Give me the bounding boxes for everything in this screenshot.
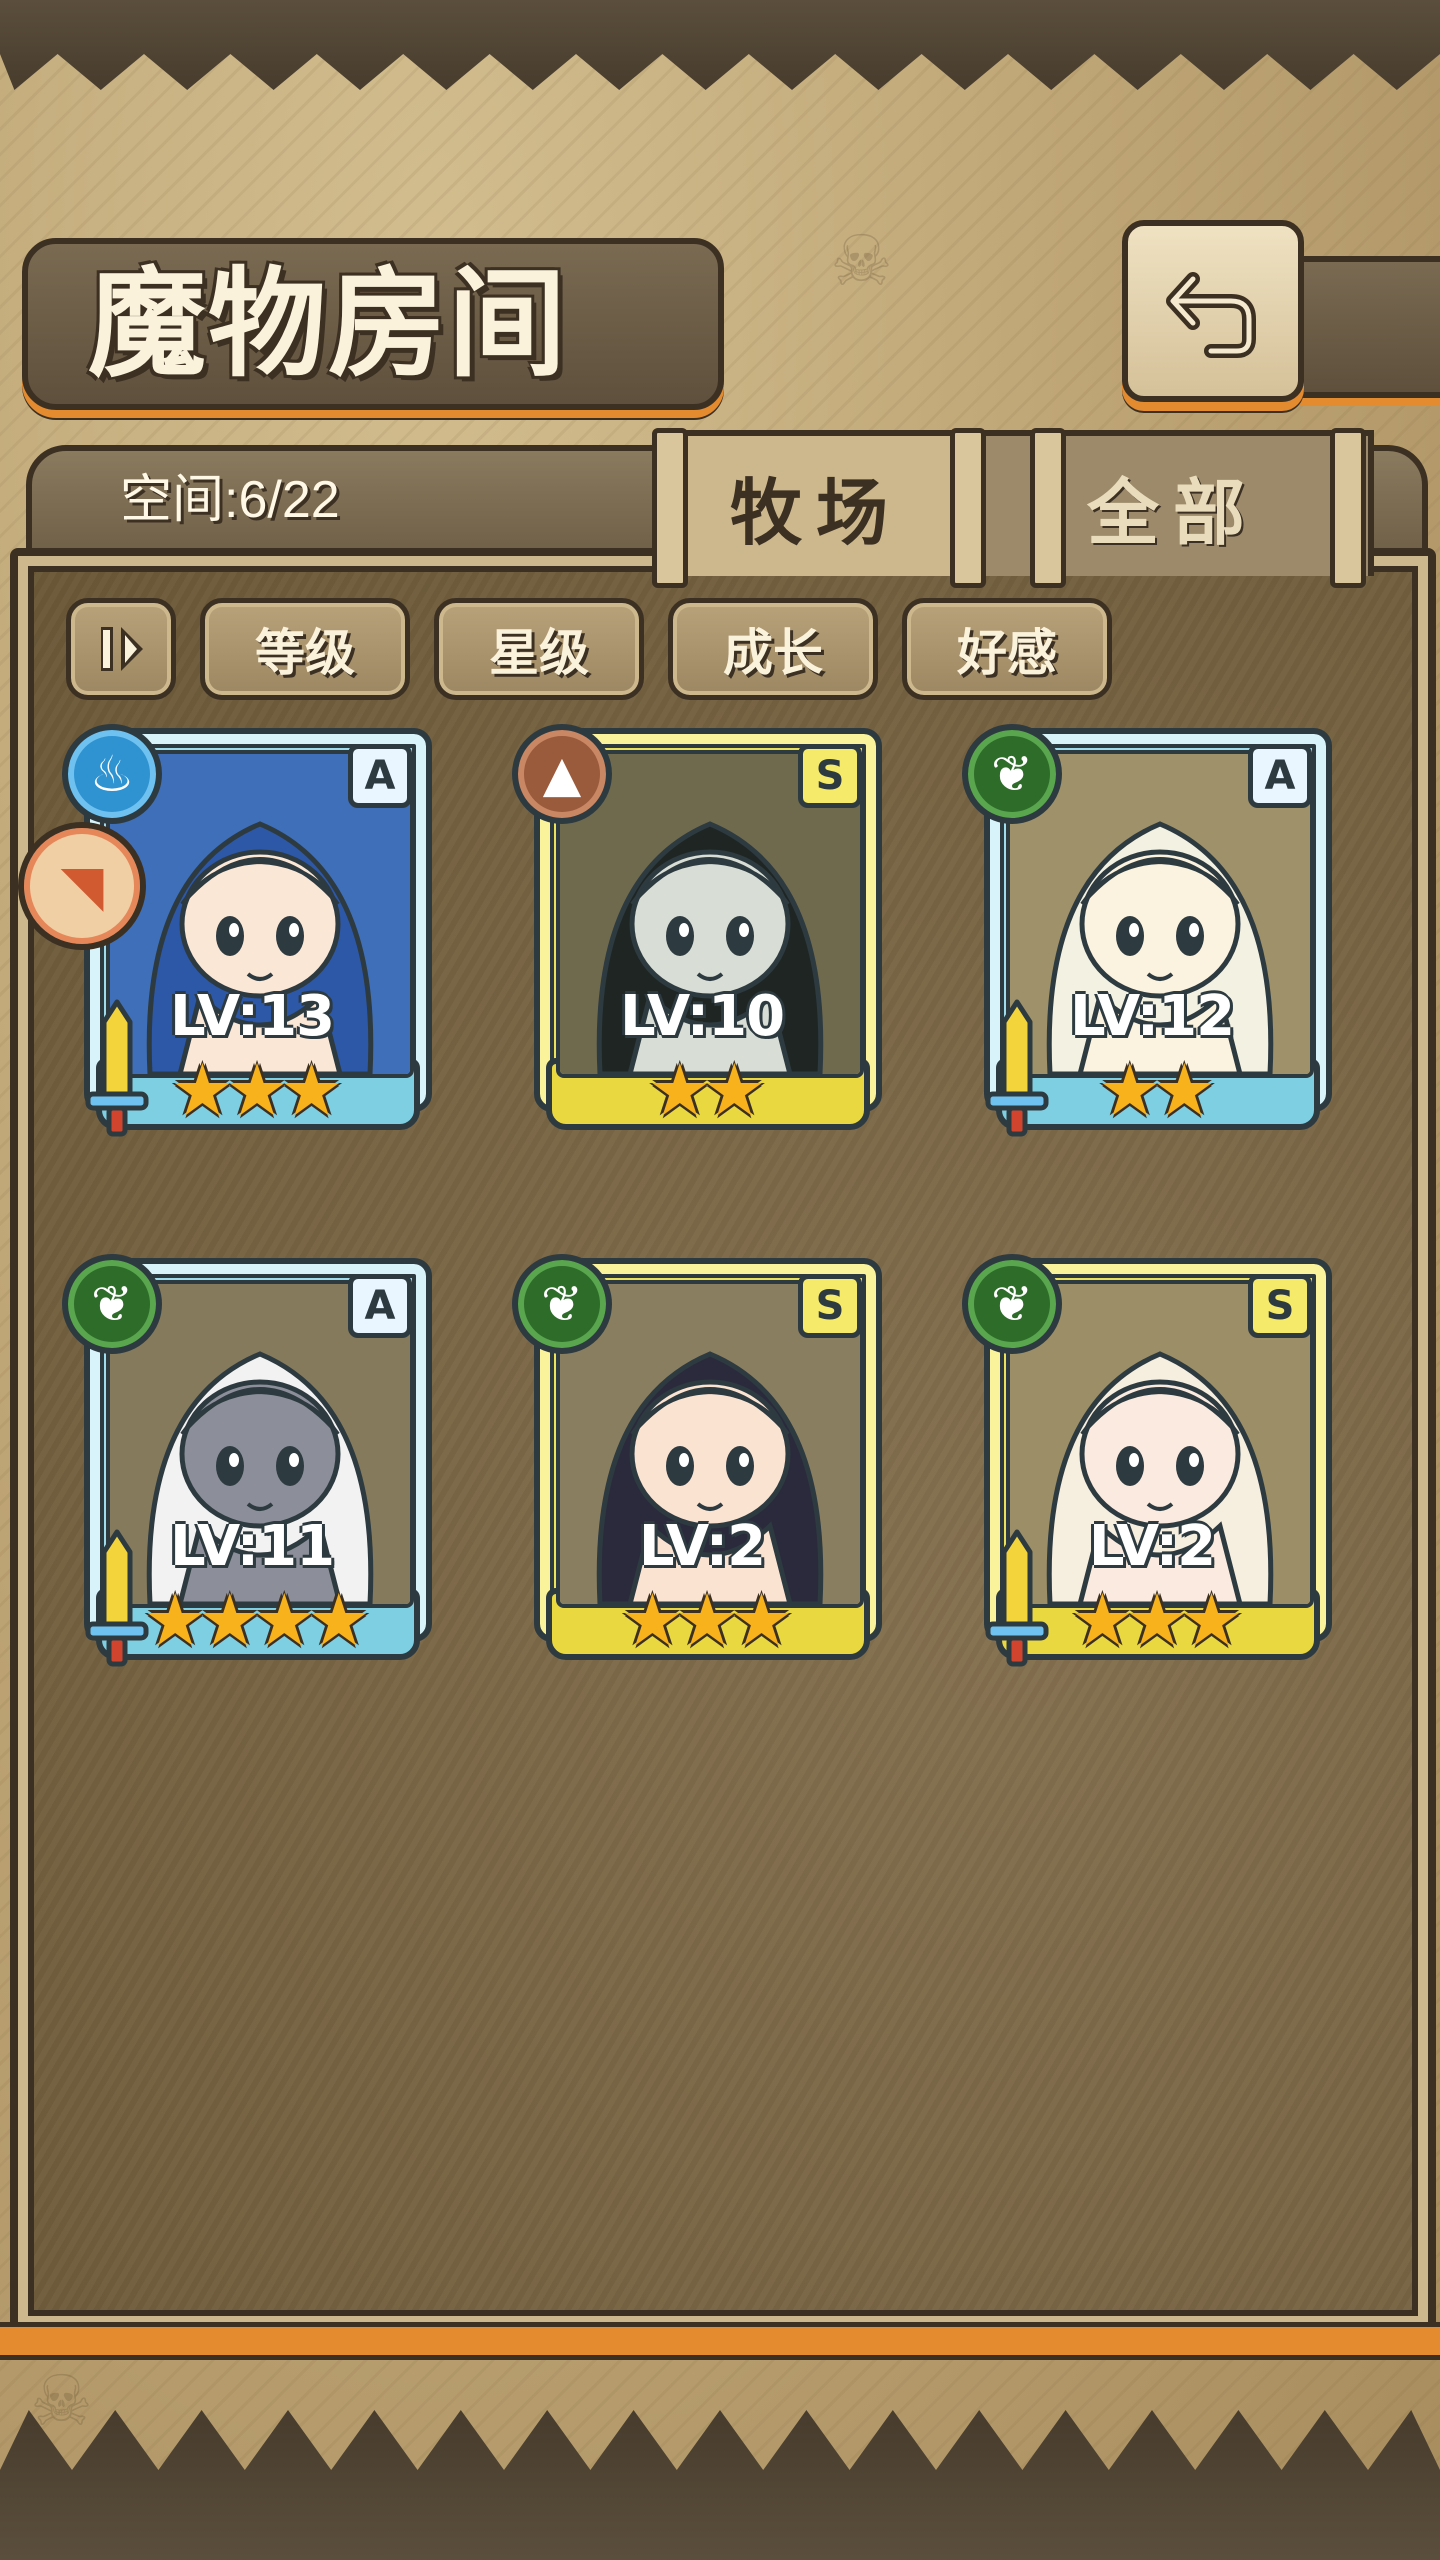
back-return-icon (1166, 272, 1256, 358)
capacity-label: 空间:6/22 (120, 471, 340, 529)
monster-card[interactable]: ❦ A LV:12 ★★ (962, 724, 1342, 1158)
sort-order-button[interactable] (66, 598, 176, 700)
monster-level: LV:11 (169, 1514, 335, 1579)
star-rating: ★★ (1097, 1048, 1216, 1132)
monster-card[interactable]: ♨ A LV:13 ★★★ (62, 724, 442, 1158)
bottom-border (0, 2410, 1440, 2560)
monster-level: LV:2 (1088, 1514, 1216, 1579)
monster-card[interactable]: ▲ S LV:10 ★★ (512, 724, 892, 1158)
nature-element-icon: ❦ (512, 1254, 612, 1354)
monster-room-screen: ☠ ☠ 魔物房间 空间:6/22 牧场 全部 等级 星级 成长 好感 ◥ ♨ A… (0, 0, 1440, 2560)
back-button-bar (1286, 256, 1440, 398)
rank-badge: S (1248, 1274, 1312, 1338)
tab-ranch[interactable]: 牧场 (660, 430, 972, 576)
page-title: 魔物房间 (88, 254, 569, 393)
nature-element-icon: ❦ (62, 1254, 162, 1354)
tab-post (1030, 428, 1066, 588)
nature-element-icon: ❦ (962, 724, 1062, 824)
water-element-icon: ♨ (62, 724, 162, 824)
nature-element-icon: ❦ (962, 1254, 1062, 1354)
star-rating: ★★★ (170, 1048, 344, 1132)
back-button[interactable] (1122, 220, 1304, 402)
star-rating: ★★ (647, 1048, 766, 1132)
star-rating: ★★★★ (142, 1578, 371, 1662)
tab-post (950, 428, 986, 588)
monster-card[interactable]: ❦ S LV:2 ★★★ (512, 1254, 892, 1688)
rank-badge: S (798, 1274, 862, 1338)
top-border (0, 0, 1440, 90)
rank-badge: A (348, 744, 412, 808)
panel-bottom-rim (0, 2322, 1440, 2360)
star-rating: ★★★ (620, 1578, 794, 1662)
sort-level-button[interactable]: 等级 (200, 598, 410, 700)
monster-level: LV:2 (638, 1514, 766, 1579)
tab-post (652, 428, 688, 588)
monster-level: LV:12 (1069, 984, 1235, 1049)
title-banner: 魔物房间 (22, 238, 724, 410)
sort-affection-button[interactable]: 好感 (902, 598, 1112, 700)
tab-post (1330, 428, 1366, 588)
monster-card[interactable]: ❦ A LV:11 ★★★★ (62, 1254, 442, 1688)
monster-card[interactable]: ❦ S LV:2 ★★★ (962, 1254, 1342, 1688)
rank-badge: S (798, 744, 862, 808)
monster-level: LV:13 (169, 984, 335, 1049)
sort-order-icon (101, 627, 143, 671)
sort-star-button[interactable]: 星级 (434, 598, 644, 700)
rank-badge: A (348, 1274, 412, 1338)
earth-element-icon: ▲ (512, 724, 612, 824)
sort-growth-button[interactable]: 成长 (668, 598, 878, 700)
rank-badge: A (1248, 744, 1312, 808)
star-rating: ★★★ (1070, 1578, 1244, 1662)
skull-map-icon: ☠ (830, 220, 893, 302)
equipped-tag-icon: ◥ (18, 822, 146, 950)
monster-level: LV:10 (619, 984, 785, 1049)
